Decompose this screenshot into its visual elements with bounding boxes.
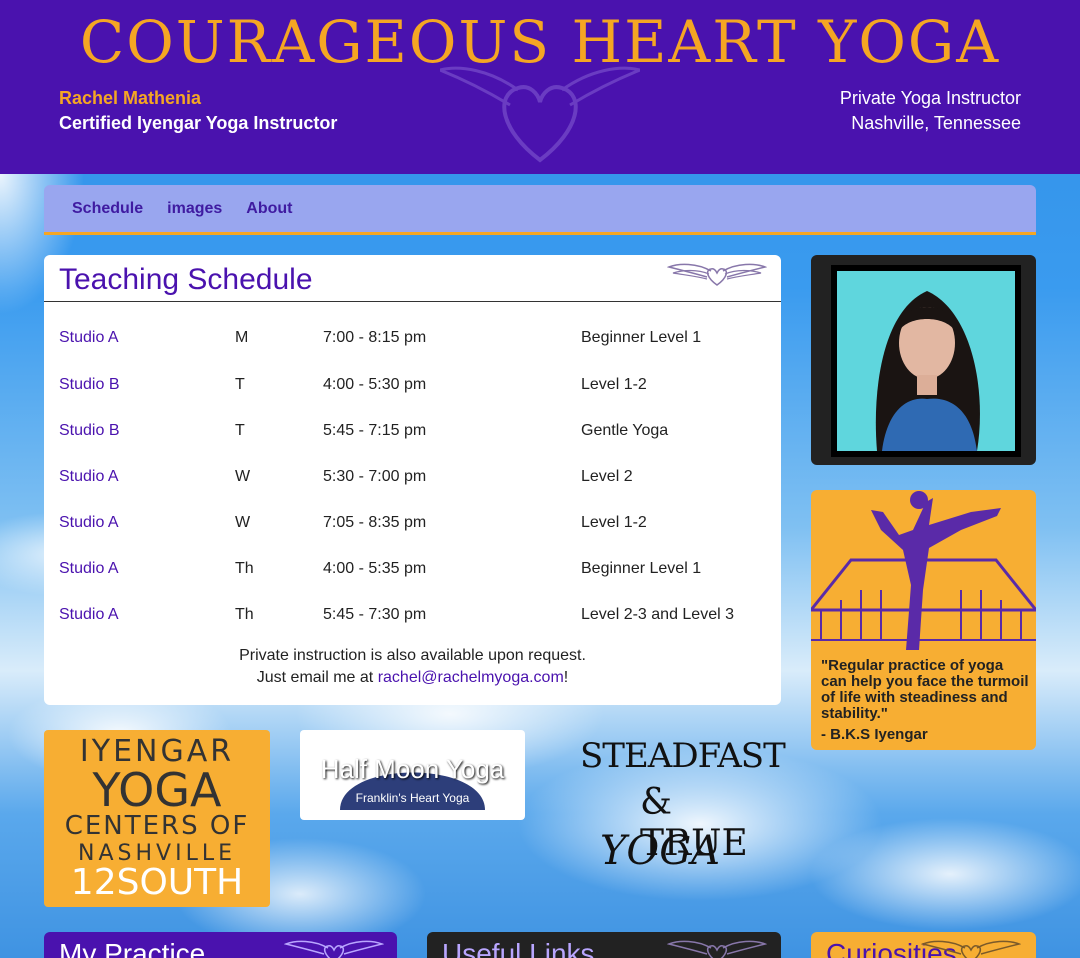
winged-heart-icon xyxy=(921,940,1021,958)
email-line: Just email me at rachel@rachelmyoga.com! xyxy=(44,667,781,689)
studio-cell: Studio A xyxy=(59,514,119,531)
nav-images[interactable]: images xyxy=(167,200,222,218)
class-cell: Level 1-2 xyxy=(581,514,647,531)
half-moon-yoga-logo[interactable]: Half Moon Yoga Franklin's Heart Yoga xyxy=(300,730,525,820)
instructor-role: Private Yoga Instructor xyxy=(839,88,1021,108)
winged-heart-icon xyxy=(284,940,384,958)
day-cell: Th xyxy=(235,560,254,577)
site-header: COURAGEOUS HEART YOGA Rachel Mathenia Ce… xyxy=(0,0,1080,174)
schedule-row: Studio A Th 5:45 - 7:30 pm Level 2-3 and… xyxy=(44,606,781,630)
halfmoon-title: Half Moon Yoga xyxy=(320,754,505,784)
class-cell: Beginner Level 1 xyxy=(581,329,702,346)
logo-line-yoga: YOGA xyxy=(92,763,222,817)
day-cell: Th xyxy=(235,606,254,623)
studio-cell: Studio B xyxy=(59,422,120,439)
day-cell: T xyxy=(235,422,245,439)
quote-author: - B.K.S Iyengar xyxy=(821,726,928,743)
instructor-photo xyxy=(837,271,1015,451)
time-cell: 5:45 - 7:30 pm xyxy=(323,606,427,623)
instructor-location: Private Yoga Instructor Nashville, Tenne… xyxy=(840,86,1021,136)
instructor-certification: Certified Iyengar Yoga Instructor xyxy=(59,113,338,133)
day-cell: M xyxy=(235,329,249,346)
time-cell: 4:00 - 5:30 pm xyxy=(323,376,427,393)
studio-cell: Studio A xyxy=(59,606,119,623)
schedule-row: Studio A M 7:00 - 8:15 pm Beginner Level… xyxy=(44,329,781,353)
schedule-row: Studio B T 4:00 - 5:30 pm Level 1-2 xyxy=(44,376,781,400)
instructor-photo-frame xyxy=(811,255,1036,465)
quote-text: "Regular practice of yoga can help you f… xyxy=(821,657,1029,722)
schedule-row: Studio A Th 4:00 - 5:35 pm Beginner Leve… xyxy=(44,560,781,584)
steadfast-line1: STEADFAST xyxy=(580,736,786,776)
winged-heart-icon xyxy=(667,940,767,958)
location-text: Nashville, Tennessee xyxy=(851,113,1021,133)
class-cell: Level 2 xyxy=(581,468,633,485)
winged-heart-icon xyxy=(667,263,767,286)
day-cell: W xyxy=(235,514,251,531)
studio-cell: Studio A xyxy=(59,468,119,485)
studio-cell: Studio A xyxy=(59,560,119,577)
studio-cell: Studio A xyxy=(59,329,119,346)
steadfast-true-yoga-logo[interactable]: STEADFAST & TRUE YOGA xyxy=(570,732,786,907)
instructor-name: Rachel Mathenia xyxy=(59,88,202,108)
my-practice-card: My Practice xyxy=(44,932,397,958)
time-cell: 5:30 - 7:00 pm xyxy=(323,468,427,485)
email-link[interactable]: rachel@rachelmyoga.com xyxy=(378,669,564,686)
class-cell: Level 2-3 and Level 3 xyxy=(581,606,734,623)
day-cell: W xyxy=(235,468,251,485)
steadfast-line3: YOGA xyxy=(600,828,721,874)
yoga-pose-illustration xyxy=(811,491,1036,650)
class-cell: Level 1-2 xyxy=(581,376,647,393)
schedule-panel: Teaching Schedule Studio A M 7:00 - 8:15… xyxy=(44,255,781,705)
nav-schedule[interactable]: Schedule xyxy=(72,200,143,218)
quote-card: "Regular practice of yoga can help you f… xyxy=(811,490,1036,750)
halfmoon-subtitle: Franklin's Heart Yoga xyxy=(355,791,470,805)
time-cell: 7:05 - 8:35 pm xyxy=(323,514,427,531)
time-cell: 5:45 - 7:15 pm xyxy=(323,422,427,439)
private-instruction-note: Private instruction is also available up… xyxy=(44,645,781,689)
time-cell: 7:00 - 8:15 pm xyxy=(323,329,427,346)
schedule-title: Teaching Schedule xyxy=(59,263,313,296)
day-cell: T xyxy=(235,376,245,393)
useful-links-card: Useful Links xyxy=(427,932,781,958)
useful-links-title: Useful Links xyxy=(442,938,595,958)
class-cell: Beginner Level 1 xyxy=(581,560,702,577)
schedule-row: Studio A W 5:30 - 7:00 pm Level 2 xyxy=(44,468,781,492)
time-cell: 4:00 - 5:35 pm xyxy=(323,560,427,577)
private-line: Private instruction is also available up… xyxy=(239,647,586,664)
email-prefix: Just email me at xyxy=(256,669,378,686)
logo-line-centers: CENTERS OF xyxy=(64,811,250,841)
title-divider xyxy=(44,301,781,302)
nav-about[interactable]: About xyxy=(246,200,292,218)
email-suffix: ! xyxy=(563,669,569,686)
portrait-illustration xyxy=(875,291,980,451)
my-practice-title: My Practice xyxy=(59,938,206,958)
main-nav: Schedule images About xyxy=(44,185,1036,235)
curiosities-card: Curiosities xyxy=(811,932,1036,958)
instructor-info: Rachel Mathenia Certified Iyengar Yoga I… xyxy=(59,86,337,136)
schedule-row: Studio A W 7:05 - 8:35 pm Level 1-2 xyxy=(44,514,781,538)
class-cell: Gentle Yoga xyxy=(581,422,669,439)
studio-cell: Studio B xyxy=(59,376,120,393)
iyengar-yoga-logo[interactable]: IYENGAR YOGA CENTERS OF NASHVILLE 12SOUT… xyxy=(44,730,270,907)
schedule-row: Studio B T 5:45 - 7:15 pm Gentle Yoga xyxy=(44,422,781,446)
logo-line-12south: 12SOUTH xyxy=(70,862,244,903)
photo-mat xyxy=(831,265,1021,457)
site-title: COURAGEOUS HEART YOGA xyxy=(79,8,1001,76)
